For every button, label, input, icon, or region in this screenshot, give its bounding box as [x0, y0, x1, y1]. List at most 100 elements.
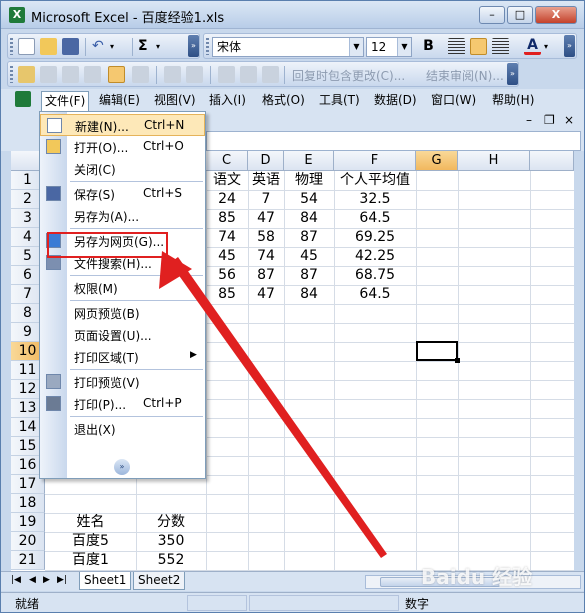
review-icon-3[interactable]: [62, 66, 79, 83]
file-menu-item[interactable]: 保存(S) Ctrl+S: [40, 183, 205, 205]
column-header-c[interactable]: C: [206, 151, 248, 171]
chevron-down-icon[interactable]: ▼: [397, 38, 411, 56]
review-icon-7[interactable]: [164, 66, 181, 83]
file-menu-item[interactable]: 关闭(C): [40, 158, 205, 180]
minimize-button[interactable]: –: [479, 6, 505, 24]
review-icon-8[interactable]: [186, 66, 203, 83]
table-cell[interactable]: 74: [248, 247, 284, 266]
table-cell[interactable]: 64.5: [334, 209, 416, 228]
table-cell[interactable]: 47: [248, 285, 284, 304]
table-cell[interactable]: 68.75: [334, 266, 416, 285]
toolbar-grip[interactable]: [10, 66, 13, 83]
font-name-select[interactable]: 宋体 ▼: [212, 37, 364, 57]
toolbar-options-icon[interactable]: »: [188, 35, 199, 57]
table-cell[interactable]: 87: [284, 228, 334, 247]
file-menu-item[interactable]: 打开(O)... Ctrl+O: [40, 136, 205, 158]
menu-format[interactable]: 格式(O): [259, 91, 308, 111]
menu-file[interactable]: 文件(F): [41, 91, 90, 111]
font-color-dropdown-icon[interactable]: ▾: [544, 38, 561, 55]
menu-data[interactable]: 数据(D): [371, 91, 420, 111]
doc-restore-button[interactable]: ❐: [541, 111, 558, 131]
end-review-button[interactable]: 结束审阅(N)...: [426, 67, 504, 84]
table-cell[interactable]: 84: [284, 285, 334, 304]
font-color-button[interactable]: A: [524, 38, 541, 55]
table-cell[interactable]: 87: [248, 266, 284, 285]
review-icon-11[interactable]: [262, 66, 279, 83]
table-cell[interactable]: 45: [284, 247, 334, 266]
next-sheet-icon[interactable]: ▶: [43, 575, 50, 585]
review-icon-2[interactable]: [40, 66, 57, 83]
cell-name-2[interactable]: 百度1: [45, 551, 136, 570]
excel-doc-icon[interactable]: [15, 91, 31, 107]
bold-button[interactable]: B: [420, 38, 437, 55]
menu-view[interactable]: 视图(V): [151, 91, 199, 111]
cell-c1[interactable]: 语文: [206, 171, 248, 190]
autosum-button[interactable]: Σ: [138, 38, 155, 55]
first-sheet-icon[interactable]: |◀: [11, 575, 21, 585]
toolbar-options-icon[interactable]: »: [564, 35, 575, 57]
file-menu-item[interactable]: 打印预览(V): [40, 371, 205, 393]
table-cell[interactable]: 7: [248, 190, 284, 209]
font-size-select[interactable]: 12 ▼: [366, 37, 412, 57]
menu-insert[interactable]: 插入(I): [206, 91, 249, 111]
maximize-button[interactable]: □: [507, 6, 533, 24]
menu-edit[interactable]: 编辑(E): [96, 91, 143, 111]
column-header-blank[interactable]: [530, 151, 574, 171]
review-icon-6[interactable]: [132, 66, 149, 83]
cell-f1[interactable]: 个人平均值: [334, 171, 416, 190]
undo-icon[interactable]: ↶: [92, 38, 109, 55]
cell-score-1[interactable]: 350: [136, 532, 206, 551]
undo-dropdown-icon[interactable]: ▾: [110, 38, 127, 55]
align-left-icon[interactable]: [448, 38, 465, 55]
column-header-d[interactable]: D: [248, 151, 284, 171]
file-menu-item[interactable]: 网页预览(B): [40, 302, 205, 324]
merge-center-icon[interactable]: [492, 38, 509, 55]
row-header[interactable]: 20: [11, 532, 45, 551]
review-icon-4[interactable]: [84, 66, 101, 83]
reply-with-changes-button[interactable]: 回复时包含更改(C)...: [292, 67, 405, 84]
row-header[interactable]: 21: [11, 551, 45, 570]
doc-close-button[interactable]: ×: [561, 111, 577, 131]
file-menu-item[interactable]: 另存为(A)...: [40, 205, 205, 227]
file-menu-item[interactable]: 新建(N)... Ctrl+N: [40, 114, 205, 136]
cell-e1[interactable]: 物理: [284, 171, 334, 190]
menu-window[interactable]: 窗口(W): [428, 91, 479, 111]
review-icon-10[interactable]: [240, 66, 257, 83]
table-cell[interactable]: 47: [248, 209, 284, 228]
autosum-dropdown-icon[interactable]: ▾: [156, 38, 173, 55]
row-header[interactable]: 18: [11, 494, 45, 513]
table-cell[interactable]: 45: [206, 247, 248, 266]
close-button[interactable]: X: [535, 6, 577, 24]
active-cell-cursor[interactable]: [416, 341, 460, 363]
column-header-h[interactable]: H: [458, 151, 530, 171]
table-cell[interactable]: 85: [206, 285, 248, 304]
cell-d1[interactable]: 英语: [248, 171, 284, 190]
open-folder-icon[interactable]: [40, 38, 57, 55]
column-header-g[interactable]: G: [416, 151, 458, 171]
column-header-e[interactable]: E: [284, 151, 334, 171]
file-menu-item[interactable]: 退出(X): [40, 418, 205, 440]
show-comments-icon[interactable]: [108, 66, 125, 83]
table-cell[interactable]: 64.5: [334, 285, 416, 304]
table-cell[interactable]: 87: [284, 266, 334, 285]
table-cell[interactable]: 32.5: [334, 190, 416, 209]
cell-name-1[interactable]: 百度5: [45, 532, 136, 551]
menu-help[interactable]: 帮助(H): [489, 91, 537, 111]
cell-score-header[interactable]: 分数: [136, 513, 206, 532]
save-disk-icon[interactable]: [62, 38, 79, 55]
file-menu-item[interactable]: 打印(P)... Ctrl+P: [40, 393, 205, 415]
review-icon-9[interactable]: [218, 66, 235, 83]
new-doc-icon[interactable]: [18, 38, 35, 55]
table-cell[interactable]: 58: [248, 228, 284, 247]
expand-menu-icon[interactable]: »: [114, 459, 130, 475]
file-menu-item[interactable]: 权限(M): [40, 277, 205, 299]
table-cell[interactable]: 42.25: [334, 247, 416, 266]
table-cell[interactable]: 56: [206, 266, 248, 285]
tab-sheet2[interactable]: Sheet2: [133, 572, 186, 590]
cell-name-header[interactable]: 姓名: [45, 513, 136, 532]
table-cell[interactable]: 24: [206, 190, 248, 209]
file-menu-item[interactable]: 页面设置(U)...: [40, 324, 205, 346]
column-header-f[interactable]: F: [334, 151, 416, 171]
prev-sheet-icon[interactable]: ◀: [29, 575, 36, 585]
table-cell[interactable]: 84: [284, 209, 334, 228]
